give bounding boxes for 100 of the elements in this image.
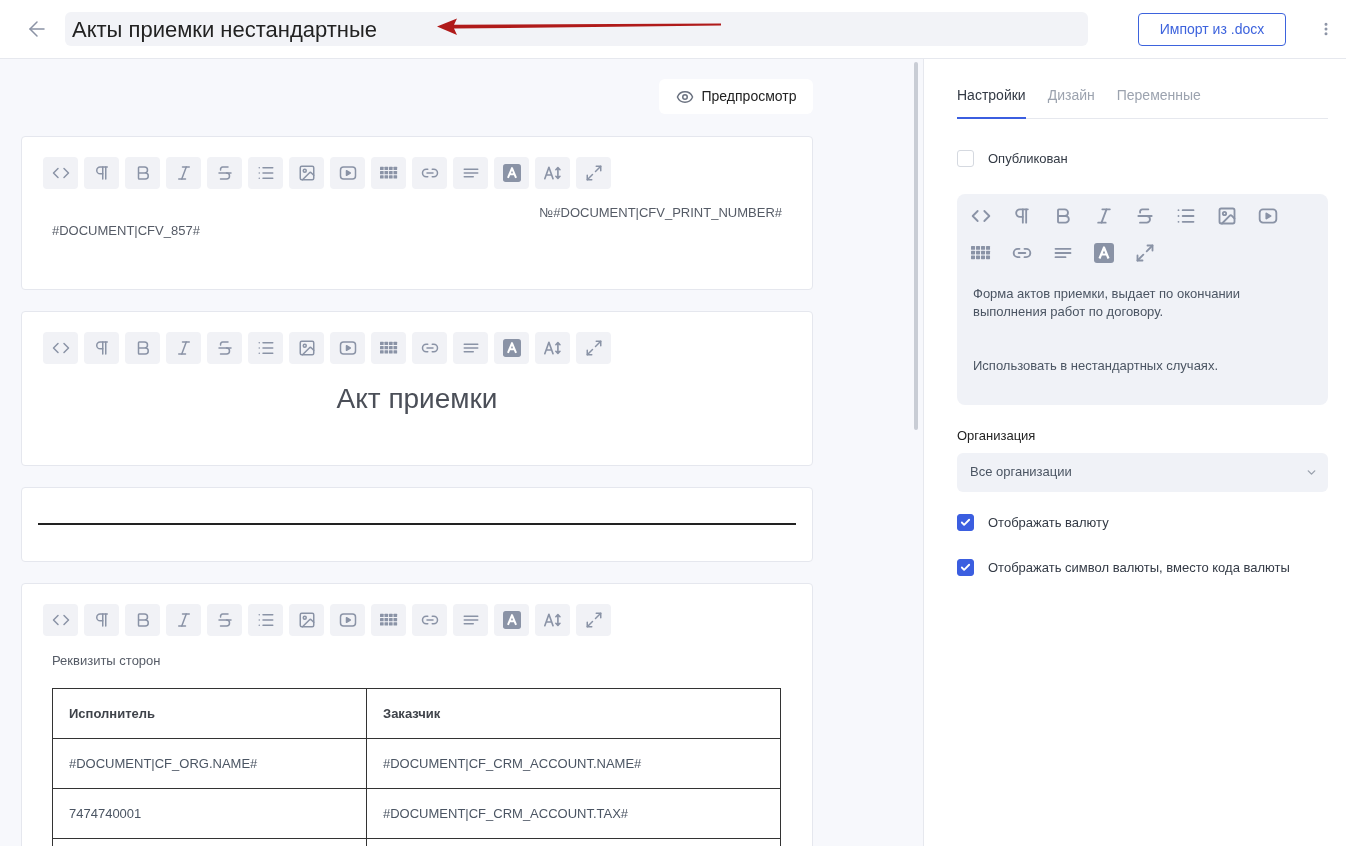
- template-variable-text: №#DOCUMENT|CFV_PRINT_NUMBER#: [538, 204, 782, 222]
- play-button[interactable]: [330, 604, 365, 636]
- table-icon: [379, 339, 398, 357]
- pilcrow-button[interactable]: [84, 157, 119, 189]
- expand-icon: [584, 611, 603, 629]
- table-caption: Реквизиты сторон: [52, 652, 162, 670]
- import-button[interactable]: Импорт из .docx: [1138, 12, 1286, 46]
- table-cell: #DOCUMENT|CF_ORG.NAME#: [52, 738, 367, 789]
- table-cell: #DOCUMENT|CF_CRM_ACCOUNT.NAME#: [366, 738, 781, 789]
- play-icon: [338, 339, 357, 357]
- list-button[interactable]: [248, 332, 283, 364]
- expand-button[interactable]: [576, 332, 611, 364]
- code-button[interactable]: [43, 604, 78, 636]
- title-field[interactable]: Акты приемки нестандартные: [65, 12, 1088, 46]
- text-size-icon: [543, 164, 562, 182]
- strikethrough-button[interactable]: [207, 157, 242, 189]
- align-left-button[interactable]: [453, 604, 488, 636]
- play-icon[interactable]: [1258, 205, 1278, 226]
- strikethrough-button[interactable]: [207, 332, 242, 364]
- image-icon: [297, 339, 316, 357]
- image-icon: [297, 164, 316, 182]
- expand-icon: [584, 339, 603, 357]
- code-button[interactable]: [43, 157, 78, 189]
- image-button[interactable]: [289, 332, 324, 364]
- checkbox[interactable]: [957, 559, 974, 577]
- checkbox-label: Отображать символ валюты, вместо кода валюты: [988, 559, 1290, 577]
- table-cell: 7474740001: [52, 788, 367, 839]
- list-icon: [256, 164, 275, 182]
- list-button[interactable]: [248, 604, 283, 636]
- strikethrough-icon: [215, 339, 234, 357]
- letter-box-icon[interactable]: [1094, 242, 1114, 263]
- scrollbar-thumb[interactable]: [914, 62, 918, 430]
- table-icon: [379, 611, 398, 629]
- bold-button[interactable]: [125, 604, 160, 636]
- pilcrow-button[interactable]: [84, 332, 119, 364]
- play-button[interactable]: [330, 332, 365, 364]
- checkmark-icon: [960, 516, 971, 528]
- bold-button[interactable]: [125, 157, 160, 189]
- document-heading: Акт приемки: [336, 382, 498, 416]
- strikethrough-button[interactable]: [207, 604, 242, 636]
- expand-icon[interactable]: [1135, 242, 1155, 263]
- text-size-icon: [543, 339, 562, 357]
- table-button[interactable]: [371, 604, 406, 636]
- play-icon: [338, 611, 357, 629]
- description-text: Использовать в нестандартных случаях.: [973, 356, 1219, 375]
- code-button[interactable]: [43, 332, 78, 364]
- expand-icon: [584, 164, 603, 182]
- letter-box-button[interactable]: [494, 604, 529, 636]
- list-icon: [256, 611, 275, 629]
- table-cell: #DOCUMENT|CF_CRM_ACCOUNT.TAX#: [366, 788, 781, 839]
- link-button[interactable]: [412, 604, 447, 636]
- pilcrow-button[interactable]: [84, 604, 119, 636]
- tab[interactable]: Настройки: [957, 85, 1026, 119]
- checkmark-icon: [960, 562, 971, 574]
- link-button[interactable]: [412, 332, 447, 364]
- column-header: Заказчик: [366, 688, 781, 739]
- text-size-button[interactable]: [535, 604, 570, 636]
- pilcrow-icon[interactable]: [1012, 205, 1032, 226]
- image-icon[interactable]: [1217, 205, 1237, 226]
- image-button[interactable]: [289, 157, 324, 189]
- select-value: Все организации: [970, 463, 1072, 482]
- preview-button[interactable]: Предпросмотр: [659, 79, 813, 114]
- link-button[interactable]: [412, 157, 447, 189]
- text-size-icon: [543, 611, 562, 629]
- strikethrough-icon[interactable]: [1135, 205, 1155, 226]
- letter-box-icon: [502, 611, 521, 629]
- play-button[interactable]: [330, 157, 365, 189]
- image-icon: [297, 611, 316, 629]
- letter-box-button[interactable]: [494, 332, 529, 364]
- align-left-button[interactable]: [453, 332, 488, 364]
- list-button[interactable]: [248, 157, 283, 189]
- table-button[interactable]: [371, 332, 406, 364]
- strikethrough-icon: [215, 611, 234, 629]
- checkbox-label: Отображать валюту: [988, 513, 1109, 532]
- strikethrough-icon: [215, 164, 234, 182]
- field-label: Организация: [957, 426, 1037, 445]
- description-text: Форма актов приемки, выдает по окончании выполнения работ по договору.: [973, 284, 1242, 321]
- italic-button[interactable]: [166, 604, 201, 636]
- play-icon: [338, 164, 357, 182]
- letter-box-button[interactable]: [494, 157, 529, 189]
- template-variable-text: #DOCUMENT|CFV_857#: [52, 222, 201, 240]
- text-size-button[interactable]: [535, 157, 570, 189]
- description-editor[interactable]: Форма актов приемки, выдает по окончании выполнения работ по договору. Использовать в нестандартных случаях.: [957, 193, 1328, 405]
- italic-button[interactable]: [166, 157, 201, 189]
- italic-icon[interactable]: [1094, 205, 1114, 226]
- letter-box-icon: [502, 164, 521, 182]
- image-button[interactable]: [289, 604, 324, 636]
- italic-button[interactable]: [166, 332, 201, 364]
- text-size-button[interactable]: [535, 332, 570, 364]
- checkbox[interactable]: [957, 513, 974, 531]
- align-left-button[interactable]: [453, 157, 488, 189]
- checkbox-label: Опубликован: [988, 150, 1068, 168]
- bold-button[interactable]: [125, 332, 160, 364]
- expand-button[interactable]: [576, 157, 611, 189]
- organization-select[interactable]: Все организации: [957, 452, 1328, 492]
- list-icon: [256, 339, 275, 357]
- expand-button[interactable]: [576, 604, 611, 636]
- letter-box-icon: [502, 339, 521, 357]
- table-icon: [379, 164, 398, 182]
- table-button[interactable]: [371, 157, 406, 189]
